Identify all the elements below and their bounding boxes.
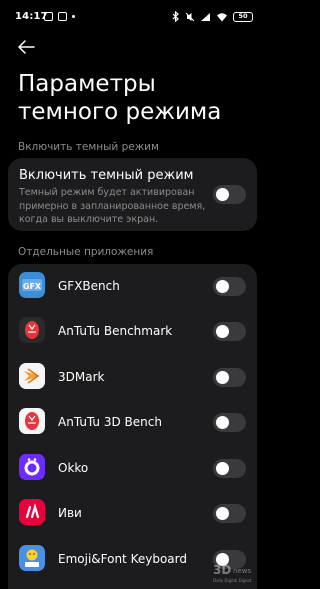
apps-card: GFX GFXBench AnTuTu Benchmark 3DMark AnT… — [8, 264, 257, 589]
sim-icon — [58, 12, 67, 21]
dark-mode-toggle[interactable] — [213, 185, 246, 204]
antutu-3d-icon — [19, 408, 45, 434]
app-row-antutu-benchmark[interactable]: AnTuTu Benchmark — [8, 309, 257, 354]
signal-icon — [201, 12, 210, 21]
status-bar: 14:17 50 — [0, 0, 265, 36]
app-toggle-antutu-benchmark[interactable] — [213, 322, 246, 341]
svg-text:news: news — [233, 567, 251, 575]
dark-mode-card[interactable]: Включить темный режим Темный режим будет… — [8, 158, 257, 231]
antutu-icon — [19, 317, 45, 343]
status-right-icons: 50 — [172, 11, 253, 22]
app-name: GFXBench — [58, 279, 120, 293]
toggle-knob — [216, 325, 229, 338]
ivi-icon — [19, 499, 45, 525]
app-name: Okko — [58, 461, 89, 475]
status-left-icons — [44, 12, 75, 21]
app-name: Emoji&Font Keyboard — [58, 552, 187, 566]
silent-icon — [185, 12, 195, 21]
app-row-gfxbench[interactable]: GFX GFXBench — [8, 264, 257, 309]
page-title: Параметры темного режима — [18, 71, 222, 125]
app-row-antutu-3d-bench[interactable]: AnTuTu 3D Bench — [8, 400, 257, 445]
section-label-apps: Отдельные приложения — [18, 246, 154, 258]
app-toggle-gfxbench[interactable] — [213, 277, 246, 296]
toggle-knob — [216, 462, 229, 475]
app-toggle-antutu-3d-bench[interactable] — [213, 413, 246, 432]
dark-mode-description: Темный режим будет активирован примерно … — [19, 187, 206, 225]
status-time: 14:17 — [15, 11, 48, 22]
notification-icon — [44, 12, 53, 21]
emoji-keyboard-icon — [19, 545, 45, 571]
svg-text:Daily Digital Digest: Daily Digital Digest — [213, 578, 252, 583]
app-toggle-okko[interactable] — [213, 459, 246, 478]
3dnews-watermark-logo: 3D news Daily Digital Digest — [211, 561, 261, 585]
app-row-okko[interactable]: Okko — [8, 446, 257, 491]
gfxbench-icon: GFX — [19, 272, 45, 298]
toggle-knob — [216, 280, 229, 293]
app-toggle-ivi[interactable] — [213, 504, 246, 523]
section-label-dark-mode: Включить темный режим — [18, 141, 159, 153]
dark-mode-title: Включить темный режим — [19, 168, 194, 183]
toggle-knob — [216, 371, 229, 384]
app-row-3dmark[interactable]: 3DMark — [8, 355, 257, 400]
app-row-ivi[interactable]: Иви — [8, 491, 257, 536]
app-name: Иви — [58, 506, 82, 520]
more-dot-icon — [72, 15, 75, 18]
battery-icon: 50 — [233, 11, 253, 22]
app-name: 3DMark — [58, 370, 105, 384]
back-arrow-icon — [18, 40, 35, 54]
back-button[interactable] — [17, 36, 39, 58]
toggle-knob — [216, 416, 229, 429]
app-toggle-3dmark[interactable] — [213, 368, 246, 387]
toggle-knob — [216, 188, 229, 201]
svg-text:GFX: GFX — [23, 282, 42, 291]
svg-text:3D: 3D — [213, 563, 231, 577]
3dmark-icon — [19, 363, 45, 389]
bluetooth-icon — [172, 11, 179, 22]
okko-icon — [19, 454, 45, 480]
app-name: AnTuTu Benchmark — [58, 324, 173, 338]
app-name: AnTuTu 3D Bench — [58, 415, 162, 429]
wifi-icon — [217, 12, 227, 21]
toggle-knob — [216, 507, 229, 520]
